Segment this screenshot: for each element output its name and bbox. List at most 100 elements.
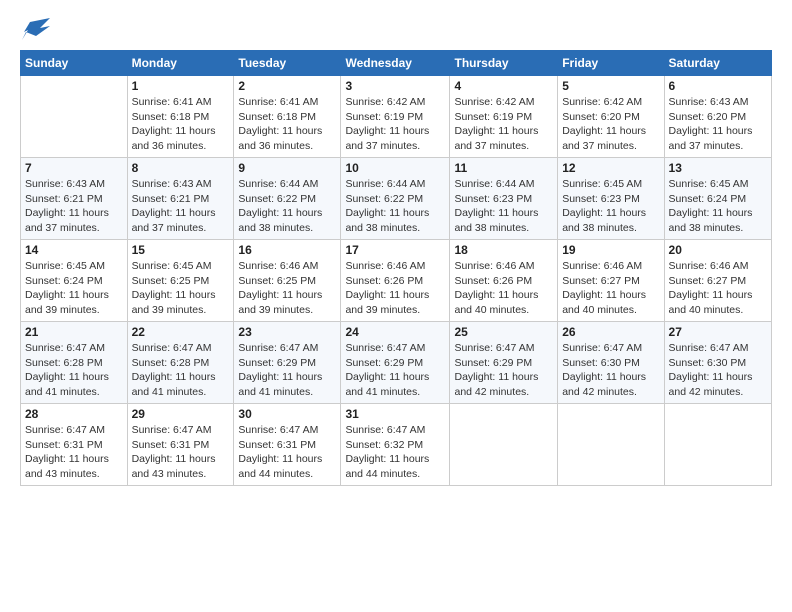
calendar-cell: 11 Sunrise: 6:44 AMSunset: 6:23 PMDayligh… [450, 158, 558, 240]
calendar-cell: 25 Sunrise: 6:47 AMSunset: 6:29 PMDayligh… [450, 322, 558, 404]
day-detail: Sunrise: 6:45 AMSunset: 6:24 PMDaylight:… [669, 177, 767, 236]
day-detail: Sunrise: 6:47 AMSunset: 6:29 PMDaylight:… [454, 341, 553, 400]
calendar-cell: 14Sunrise: 6:45 AMSunset: 6:24 PMDayligh… [21, 240, 128, 322]
day-number: 16 [238, 243, 336, 257]
day-detail: Sunrise: 6:42 AMSunset: 6:19 PMDaylight:… [454, 95, 553, 154]
calendar-cell [664, 404, 771, 486]
weekday-sunday: Sunday [21, 51, 128, 76]
day-detail: Sunrise: 6:47 AMSunset: 6:29 PMDaylight:… [238, 341, 336, 400]
calendar-cell: 19 Sunrise: 6:46 AMSunset: 6:27 PMDayligh… [558, 240, 664, 322]
logo [20, 18, 50, 40]
calendar-cell: 17Sunrise: 6:46 AMSunset: 6:26 PMDayligh… [341, 240, 450, 322]
day-detail: Sunrise: 6:47 AMSunset: 6:30 PMDaylight:… [562, 341, 659, 400]
calendar-cell: 16Sunrise: 6:46 AMSunset: 6:25 PMDayligh… [234, 240, 341, 322]
day-number: 7 [25, 161, 123, 175]
day-number: 3 [345, 79, 445, 93]
day-number: 28 [25, 407, 123, 421]
day-number: 25 [454, 325, 553, 339]
calendar-cell: 9 Sunrise: 6:44 AMSunset: 6:22 PMDaylight… [234, 158, 341, 240]
week-row-4: 21 Sunrise: 6:47 AMSunset: 6:28 PMDayligh… [21, 322, 772, 404]
calendar-cell: 5 Sunrise: 6:42 AMSunset: 6:20 PMDaylight… [558, 76, 664, 158]
week-row-5: 28 Sunrise: 6:47 AMSunset: 6:31 PMDayligh… [21, 404, 772, 486]
day-number: 23 [238, 325, 336, 339]
calendar-cell: 31Sunrise: 6:47 AMSunset: 6:32 PMDayligh… [341, 404, 450, 486]
calendar-cell: 3 Sunrise: 6:42 AMSunset: 6:19 PMDaylight… [341, 76, 450, 158]
day-detail: Sunrise: 6:45 AMSunset: 6:24 PMDaylight:… [25, 259, 123, 318]
day-number: 11 [454, 161, 553, 175]
day-detail: Sunrise: 6:42 AMSunset: 6:20 PMDaylight:… [562, 95, 659, 154]
week-row-2: 7 Sunrise: 6:43 AMSunset: 6:21 PMDaylight… [21, 158, 772, 240]
calendar-cell: 29 Sunrise: 6:47 AMSunset: 6:31 PMDayligh… [127, 404, 234, 486]
calendar-cell: 1 Sunrise: 6:41 AMSunset: 6:18 PMDaylight… [127, 76, 234, 158]
day-number: 12 [562, 161, 659, 175]
calendar-cell: 10 Sunrise: 6:44 AMSunset: 6:22 PMDayligh… [341, 158, 450, 240]
calendar-cell: 21 Sunrise: 6:47 AMSunset: 6:28 PMDayligh… [21, 322, 128, 404]
weekday-friday: Friday [558, 51, 664, 76]
calendar-cell [558, 404, 664, 486]
day-number: 18 [454, 243, 553, 257]
day-detail: Sunrise: 6:47 AMSunset: 6:30 PMDaylight:… [669, 341, 767, 400]
day-detail: Sunrise: 6:46 AMSunset: 6:27 PMDaylight:… [669, 259, 767, 318]
weekday-wednesday: Wednesday [341, 51, 450, 76]
calendar-cell: 23 Sunrise: 6:47 AMSunset: 6:29 PMDayligh… [234, 322, 341, 404]
day-detail: Sunrise: 6:43 AMSunset: 6:21 PMDaylight:… [132, 177, 230, 236]
day-number: 17 [345, 243, 445, 257]
day-detail: Sunrise: 6:47 AMSunset: 6:31 PMDaylight:… [132, 423, 230, 482]
calendar-cell: 7Sunrise: 6:43 AMSunset: 6:21 PMDaylight… [21, 158, 128, 240]
week-row-1: 1 Sunrise: 6:41 AMSunset: 6:18 PMDaylight… [21, 76, 772, 158]
page: SundayMondayTuesdayWednesdayThursdayFrid… [0, 0, 792, 612]
day-detail: Sunrise: 6:44 AMSunset: 6:22 PMDaylight:… [238, 177, 336, 236]
day-number: 1 [132, 79, 230, 93]
day-number: 20 [669, 243, 767, 257]
calendar-cell: 27 Sunrise: 6:47 AMSunset: 6:30 PMDayligh… [664, 322, 771, 404]
weekday-tuesday: Tuesday [234, 51, 341, 76]
calendar-cell: 4 Sunrise: 6:42 AMSunset: 6:19 PMDaylight… [450, 76, 558, 158]
day-detail: Sunrise: 6:44 AMSunset: 6:23 PMDaylight:… [454, 177, 553, 236]
day-number: 6 [669, 79, 767, 93]
day-number: 4 [454, 79, 553, 93]
calendar-cell: 24Sunrise: 6:47 AMSunset: 6:29 PMDayligh… [341, 322, 450, 404]
day-number: 19 [562, 243, 659, 257]
day-number: 10 [345, 161, 445, 175]
day-number: 8 [132, 161, 230, 175]
logo-bird-icon [22, 18, 50, 40]
day-detail: Sunrise: 6:47 AMSunset: 6:28 PMDaylight:… [25, 341, 123, 400]
day-number: 5 [562, 79, 659, 93]
day-number: 2 [238, 79, 336, 93]
day-number: 30 [238, 407, 336, 421]
weekday-saturday: Saturday [664, 51, 771, 76]
day-detail: Sunrise: 6:41 AMSunset: 6:18 PMDaylight:… [238, 95, 336, 154]
weekday-thursday: Thursday [450, 51, 558, 76]
day-detail: Sunrise: 6:41 AMSunset: 6:18 PMDaylight:… [132, 95, 230, 154]
calendar-cell: 30Sunrise: 6:47 AMSunset: 6:31 PMDayligh… [234, 404, 341, 486]
day-number: 9 [238, 161, 336, 175]
calendar-cell: 2 Sunrise: 6:41 AMSunset: 6:18 PMDaylight… [234, 76, 341, 158]
calendar-cell: 12 Sunrise: 6:45 AMSunset: 6:23 PMDayligh… [558, 158, 664, 240]
calendar-cell: 6 Sunrise: 6:43 AMSunset: 6:20 PMDaylight… [664, 76, 771, 158]
day-number: 21 [25, 325, 123, 339]
weekday-header-row: SundayMondayTuesdayWednesdayThursdayFrid… [21, 51, 772, 76]
header [20, 18, 772, 40]
calendar-cell [450, 404, 558, 486]
day-number: 22 [132, 325, 230, 339]
day-number: 31 [345, 407, 445, 421]
day-number: 27 [669, 325, 767, 339]
calendar-table: SundayMondayTuesdayWednesdayThursdayFrid… [20, 50, 772, 486]
calendar-cell: 20 Sunrise: 6:46 AMSunset: 6:27 PMDayligh… [664, 240, 771, 322]
day-number: 13 [669, 161, 767, 175]
day-detail: Sunrise: 6:47 AMSunset: 6:31 PMDaylight:… [25, 423, 123, 482]
logo-text [20, 18, 50, 40]
day-detail: Sunrise: 6:46 AMSunset: 6:27 PMDaylight:… [562, 259, 659, 318]
calendar-cell: 8 Sunrise: 6:43 AMSunset: 6:21 PMDaylight… [127, 158, 234, 240]
calendar-cell: 22 Sunrise: 6:47 AMSunset: 6:28 PMDayligh… [127, 322, 234, 404]
day-detail: Sunrise: 6:47 AMSunset: 6:28 PMDaylight:… [132, 341, 230, 400]
day-number: 29 [132, 407, 230, 421]
day-detail: Sunrise: 6:42 AMSunset: 6:19 PMDaylight:… [345, 95, 445, 154]
day-detail: Sunrise: 6:45 AMSunset: 6:23 PMDaylight:… [562, 177, 659, 236]
day-detail: Sunrise: 6:44 AMSunset: 6:22 PMDaylight:… [345, 177, 445, 236]
day-number: 26 [562, 325, 659, 339]
day-detail: Sunrise: 6:46 AMSunset: 6:26 PMDaylight:… [454, 259, 553, 318]
day-detail: Sunrise: 6:45 AMSunset: 6:25 PMDaylight:… [132, 259, 230, 318]
day-detail: Sunrise: 6:43 AMSunset: 6:20 PMDaylight:… [669, 95, 767, 154]
calendar-cell: 26 Sunrise: 6:47 AMSunset: 6:30 PMDayligh… [558, 322, 664, 404]
